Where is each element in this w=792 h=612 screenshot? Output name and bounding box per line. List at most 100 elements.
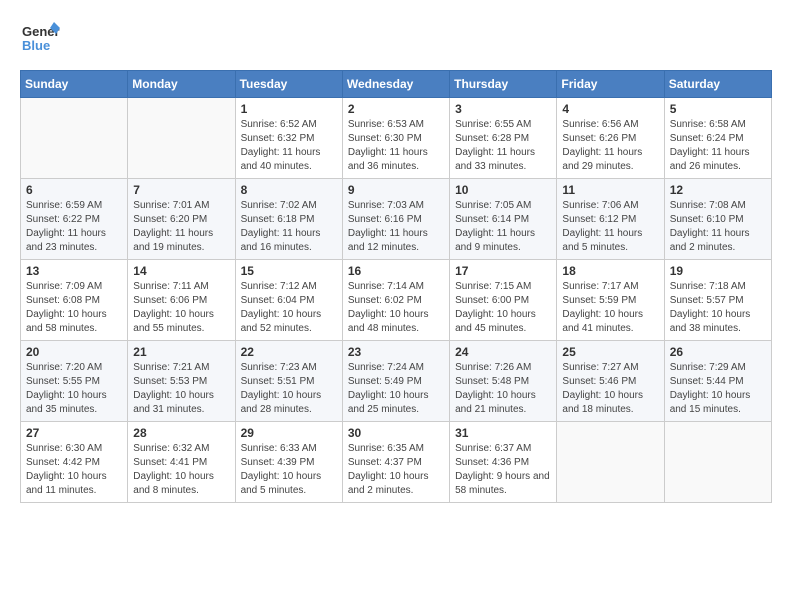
cell-week5-day4: 31 Sunrise: 6:37 AM Sunset: 4:36 PM Dayli… — [450, 422, 557, 503]
day-info: Sunrise: 6:56 AM Sunset: 6:26 PM Dayligh… — [562, 118, 658, 174]
cell-week2-day1: 7 Sunrise: 7:01 AM Sunset: 6:20 PM Daylig… — [128, 179, 235, 260]
day-info: Sunrise: 7:11 AM Sunset: 6:06 PM Dayligh… — [133, 280, 229, 336]
day-info: Sunrise: 6:32 AM Sunset: 4:41 PM Dayligh… — [133, 442, 229, 498]
day-info: Sunrise: 6:59 AM Sunset: 6:22 PM Dayligh… — [26, 199, 122, 255]
page-header: General Blue — [20, 20, 772, 60]
header-sunday: Sunday — [21, 71, 128, 98]
day-info: Sunrise: 7:26 AM Sunset: 5:48 PM Dayligh… — [455, 361, 551, 417]
logo: General Blue — [20, 20, 60, 60]
cell-week5-day5 — [557, 422, 664, 503]
cell-week1-day6: 5Sunrise: 6:58 AM Sunset: 6:24 PM Daylig… — [664, 98, 771, 179]
day-number: 28 — [133, 426, 229, 440]
cell-week3-day1: 14 Sunrise: 7:11 AM Sunset: 6:06 PM Dayli… — [128, 260, 235, 341]
day-number: 5 — [670, 102, 766, 116]
cell-week4-day2: 22 Sunrise: 7:23 AM Sunset: 5:51 PM Dayli… — [235, 341, 342, 422]
day-number: 4 — [562, 102, 658, 116]
cell-week2-day0: 6 Sunrise: 6:59 AM Sunset: 6:22 PM Daylig… — [21, 179, 128, 260]
cell-week4-day6: 26 Sunrise: 7:29 AM Sunset: 5:44 PM Dayli… — [664, 341, 771, 422]
day-number: 22 — [241, 345, 337, 359]
day-info: Sunrise: 7:14 AM Sunset: 6:02 PM Dayligh… — [348, 280, 444, 336]
day-info: Sunrise: 7:15 AM Sunset: 6:00 PM Dayligh… — [455, 280, 551, 336]
cell-week3-day4: 17 Sunrise: 7:15 AM Sunset: 6:00 PM Dayli… — [450, 260, 557, 341]
day-info: Sunrise: 7:21 AM Sunset: 5:53 PM Dayligh… — [133, 361, 229, 417]
cell-week4-day4: 24 Sunrise: 7:26 AM Sunset: 5:48 PM Dayli… — [450, 341, 557, 422]
day-info: Sunrise: 7:20 AM Sunset: 5:55 PM Dayligh… — [26, 361, 122, 417]
day-info: Sunrise: 7:29 AM Sunset: 5:44 PM Dayligh… — [670, 361, 766, 417]
day-info: Sunrise: 7:24 AM Sunset: 5:49 PM Dayligh… — [348, 361, 444, 417]
day-info: Sunrise: 7:23 AM Sunset: 5:51 PM Dayligh… — [241, 361, 337, 417]
day-info: Sunrise: 6:33 AM Sunset: 4:39 PM Dayligh… — [241, 442, 337, 498]
day-number: 18 — [562, 264, 658, 278]
day-info: Sunrise: 6:30 AM Sunset: 4:42 PM Dayligh… — [26, 442, 122, 498]
header-wednesday: Wednesday — [342, 71, 449, 98]
cell-week2-day4: 10 Sunrise: 7:05 AM Sunset: 6:14 PM Dayli… — [450, 179, 557, 260]
svg-text:Blue: Blue — [22, 38, 50, 53]
cell-week4-day3: 23 Sunrise: 7:24 AM Sunset: 5:49 PM Dayli… — [342, 341, 449, 422]
day-number: 6 — [26, 183, 122, 197]
day-number: 2 — [348, 102, 444, 116]
day-info: Sunrise: 7:06 AM Sunset: 6:12 PM Dayligh… — [562, 199, 658, 255]
day-number: 16 — [348, 264, 444, 278]
cell-week1-day2: 1Sunrise: 6:52 AM Sunset: 6:32 PM Daylig… — [235, 98, 342, 179]
cell-week1-day0 — [21, 98, 128, 179]
header-tuesday: Tuesday — [235, 71, 342, 98]
cell-week5-day2: 29Sunrise: 6:33 AM Sunset: 4:39 PM Dayli… — [235, 422, 342, 503]
header-thursday: Thursday — [450, 71, 557, 98]
cell-week2-day3: 9 Sunrise: 7:03 AM Sunset: 6:16 PM Daylig… — [342, 179, 449, 260]
day-number: 9 — [348, 183, 444, 197]
day-number: 31 — [455, 426, 551, 440]
day-info: Sunrise: 7:27 AM Sunset: 5:46 PM Dayligh… — [562, 361, 658, 417]
cell-week4-day1: 21 Sunrise: 7:21 AM Sunset: 5:53 PM Dayli… — [128, 341, 235, 422]
day-info: Sunrise: 6:35 AM Sunset: 4:37 PM Dayligh… — [348, 442, 444, 498]
day-number: 23 — [348, 345, 444, 359]
header-friday: Friday — [557, 71, 664, 98]
cell-week2-day6: 12 Sunrise: 7:08 AM Sunset: 6:10 PM Dayli… — [664, 179, 771, 260]
day-info: Sunrise: 7:03 AM Sunset: 6:16 PM Dayligh… — [348, 199, 444, 255]
day-number: 21 — [133, 345, 229, 359]
cell-week1-day5: 4 Sunrise: 6:56 AM Sunset: 6:26 PM Daylig… — [557, 98, 664, 179]
day-number: 7 — [133, 183, 229, 197]
logo-svg: General Blue — [20, 20, 60, 60]
day-info: Sunrise: 7:12 AM Sunset: 6:04 PM Dayligh… — [241, 280, 337, 336]
header-monday: Monday — [128, 71, 235, 98]
cell-week2-day5: 11 Sunrise: 7:06 AM Sunset: 6:12 PM Dayli… — [557, 179, 664, 260]
day-number: 1 — [241, 102, 337, 116]
day-number: 24 — [455, 345, 551, 359]
cell-week2-day2: 8 Sunrise: 7:02 AM Sunset: 6:18 PM Daylig… — [235, 179, 342, 260]
day-number: 26 — [670, 345, 766, 359]
cell-week5-day0: 27 Sunrise: 6:30 AM Sunset: 4:42 PM Dayli… — [21, 422, 128, 503]
cell-week4-day0: 20 Sunrise: 7:20 AM Sunset: 5:55 PM Dayli… — [21, 341, 128, 422]
header-saturday: Saturday — [664, 71, 771, 98]
day-number: 3 — [455, 102, 551, 116]
day-info: Sunrise: 7:18 AM Sunset: 5:57 PM Dayligh… — [670, 280, 766, 336]
cell-week5-day3: 30 Sunrise: 6:35 AM Sunset: 4:37 PM Dayli… — [342, 422, 449, 503]
day-info: Sunrise: 7:01 AM Sunset: 6:20 PM Dayligh… — [133, 199, 229, 255]
cell-week3-day3: 16 Sunrise: 7:14 AM Sunset: 6:02 PM Dayli… — [342, 260, 449, 341]
cell-week1-day1 — [128, 98, 235, 179]
day-number: 30 — [348, 426, 444, 440]
day-number: 10 — [455, 183, 551, 197]
cell-week1-day3: 2 Sunrise: 6:53 AM Sunset: 6:30 PM Daylig… — [342, 98, 449, 179]
calendar-table: SundayMondayTuesdayWednesdayThursdayFrid… — [20, 70, 772, 503]
day-number: 20 — [26, 345, 122, 359]
cell-week5-day6 — [664, 422, 771, 503]
day-info: Sunrise: 7:02 AM Sunset: 6:18 PM Dayligh… — [241, 199, 337, 255]
cell-week3-day2: 15 Sunrise: 7:12 AM Sunset: 6:04 PM Dayli… — [235, 260, 342, 341]
day-number: 17 — [455, 264, 551, 278]
day-info: Sunrise: 6:53 AM Sunset: 6:30 PM Dayligh… — [348, 118, 444, 174]
day-number: 14 — [133, 264, 229, 278]
day-info: Sunrise: 6:37 AM Sunset: 4:36 PM Dayligh… — [455, 442, 551, 498]
day-info: Sunrise: 7:05 AM Sunset: 6:14 PM Dayligh… — [455, 199, 551, 255]
day-number: 27 — [26, 426, 122, 440]
day-number: 19 — [670, 264, 766, 278]
day-number: 11 — [562, 183, 658, 197]
day-number: 12 — [670, 183, 766, 197]
day-number: 8 — [241, 183, 337, 197]
cell-week1-day4: 3 Sunrise: 6:55 AM Sunset: 6:28 PM Daylig… — [450, 98, 557, 179]
day-info: Sunrise: 7:08 AM Sunset: 6:10 PM Dayligh… — [670, 199, 766, 255]
cell-week5-day1: 28 Sunrise: 6:32 AM Sunset: 4:41 PM Dayli… — [128, 422, 235, 503]
day-number: 15 — [241, 264, 337, 278]
cell-week3-day0: 13Sunrise: 7:09 AM Sunset: 6:08 PM Dayli… — [21, 260, 128, 341]
day-info: Sunrise: 6:55 AM Sunset: 6:28 PM Dayligh… — [455, 118, 551, 174]
day-number: 13 — [26, 264, 122, 278]
